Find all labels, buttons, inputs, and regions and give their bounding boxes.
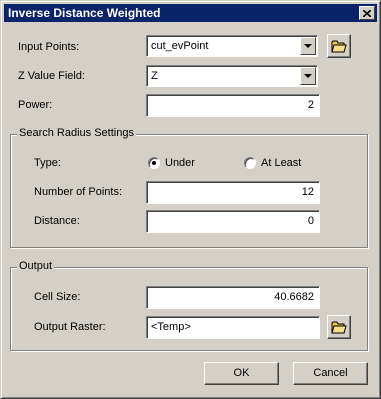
- z-value-field-label: Z Value Field:: [18, 70, 86, 82]
- cell-size-label: Cell Size:: [34, 291, 81, 303]
- type-under-label[interactable]: Under: [165, 157, 195, 170]
- input-points-value: cut_evPoint: [151, 40, 209, 52]
- cancel-button[interactable]: Cancel: [293, 362, 368, 385]
- power-value: 2: [307, 99, 314, 111]
- input-points-dropdown-button[interactable]: [300, 37, 316, 55]
- cell-size-input[interactable]: 40.6682: [146, 286, 320, 309]
- z-value-field-value: Z: [151, 70, 158, 82]
- close-button[interactable]: [359, 6, 375, 20]
- z-value-field-dropdown-button[interactable]: [300, 67, 316, 85]
- output-raster-input[interactable]: <Temp>: [146, 316, 320, 339]
- output-raster-browse-button[interactable]: [327, 315, 351, 339]
- title-bar[interactable]: Inverse Distance Weighted: [4, 4, 377, 22]
- input-points-combobox[interactable]: cut_evPoint: [146, 35, 318, 57]
- idw-dialog: Inverse Distance Weighted Input Points: …: [0, 0, 381, 399]
- open-folder-icon: [331, 40, 347, 53]
- chevron-down-icon: [304, 74, 312, 78]
- type-under-radio[interactable]: [148, 157, 160, 169]
- distance-label: Distance:: [34, 215, 80, 227]
- output-raster-value: <Temp>: [151, 321, 191, 333]
- power-label: Power:: [18, 99, 53, 111]
- number-of-points-input[interactable]: 12: [146, 181, 320, 204]
- number-of-points-value: 12: [301, 186, 314, 198]
- number-of-points-label: Number of Points:: [34, 186, 123, 198]
- distance-input[interactable]: 0: [146, 210, 320, 233]
- type-at-least-label[interactable]: At Least: [261, 157, 301, 170]
- input-points-label: Input Points:: [18, 41, 80, 53]
- z-value-field-combobox[interactable]: Z: [146, 65, 318, 87]
- input-points-browse-button[interactable]: [327, 34, 351, 58]
- dialog-title: Inverse Distance Weighted: [8, 6, 161, 20]
- cell-size-value: 40.6682: [274, 291, 314, 303]
- radio-selected-dot: [152, 161, 156, 165]
- output-raster-label: Output Raster:: [34, 321, 106, 333]
- power-input[interactable]: 2: [146, 94, 320, 117]
- search-radius-group-title: Search Radius Settings: [17, 127, 136, 140]
- open-folder-icon: [331, 321, 347, 334]
- distance-value: 0: [307, 215, 314, 227]
- chevron-down-icon: [304, 44, 312, 48]
- type-label: Type:: [34, 157, 61, 169]
- ok-button[interactable]: OK: [204, 362, 279, 385]
- output-group-title: Output: [17, 260, 55, 273]
- close-icon: [363, 9, 371, 17]
- type-at-least-radio[interactable]: [244, 157, 256, 169]
